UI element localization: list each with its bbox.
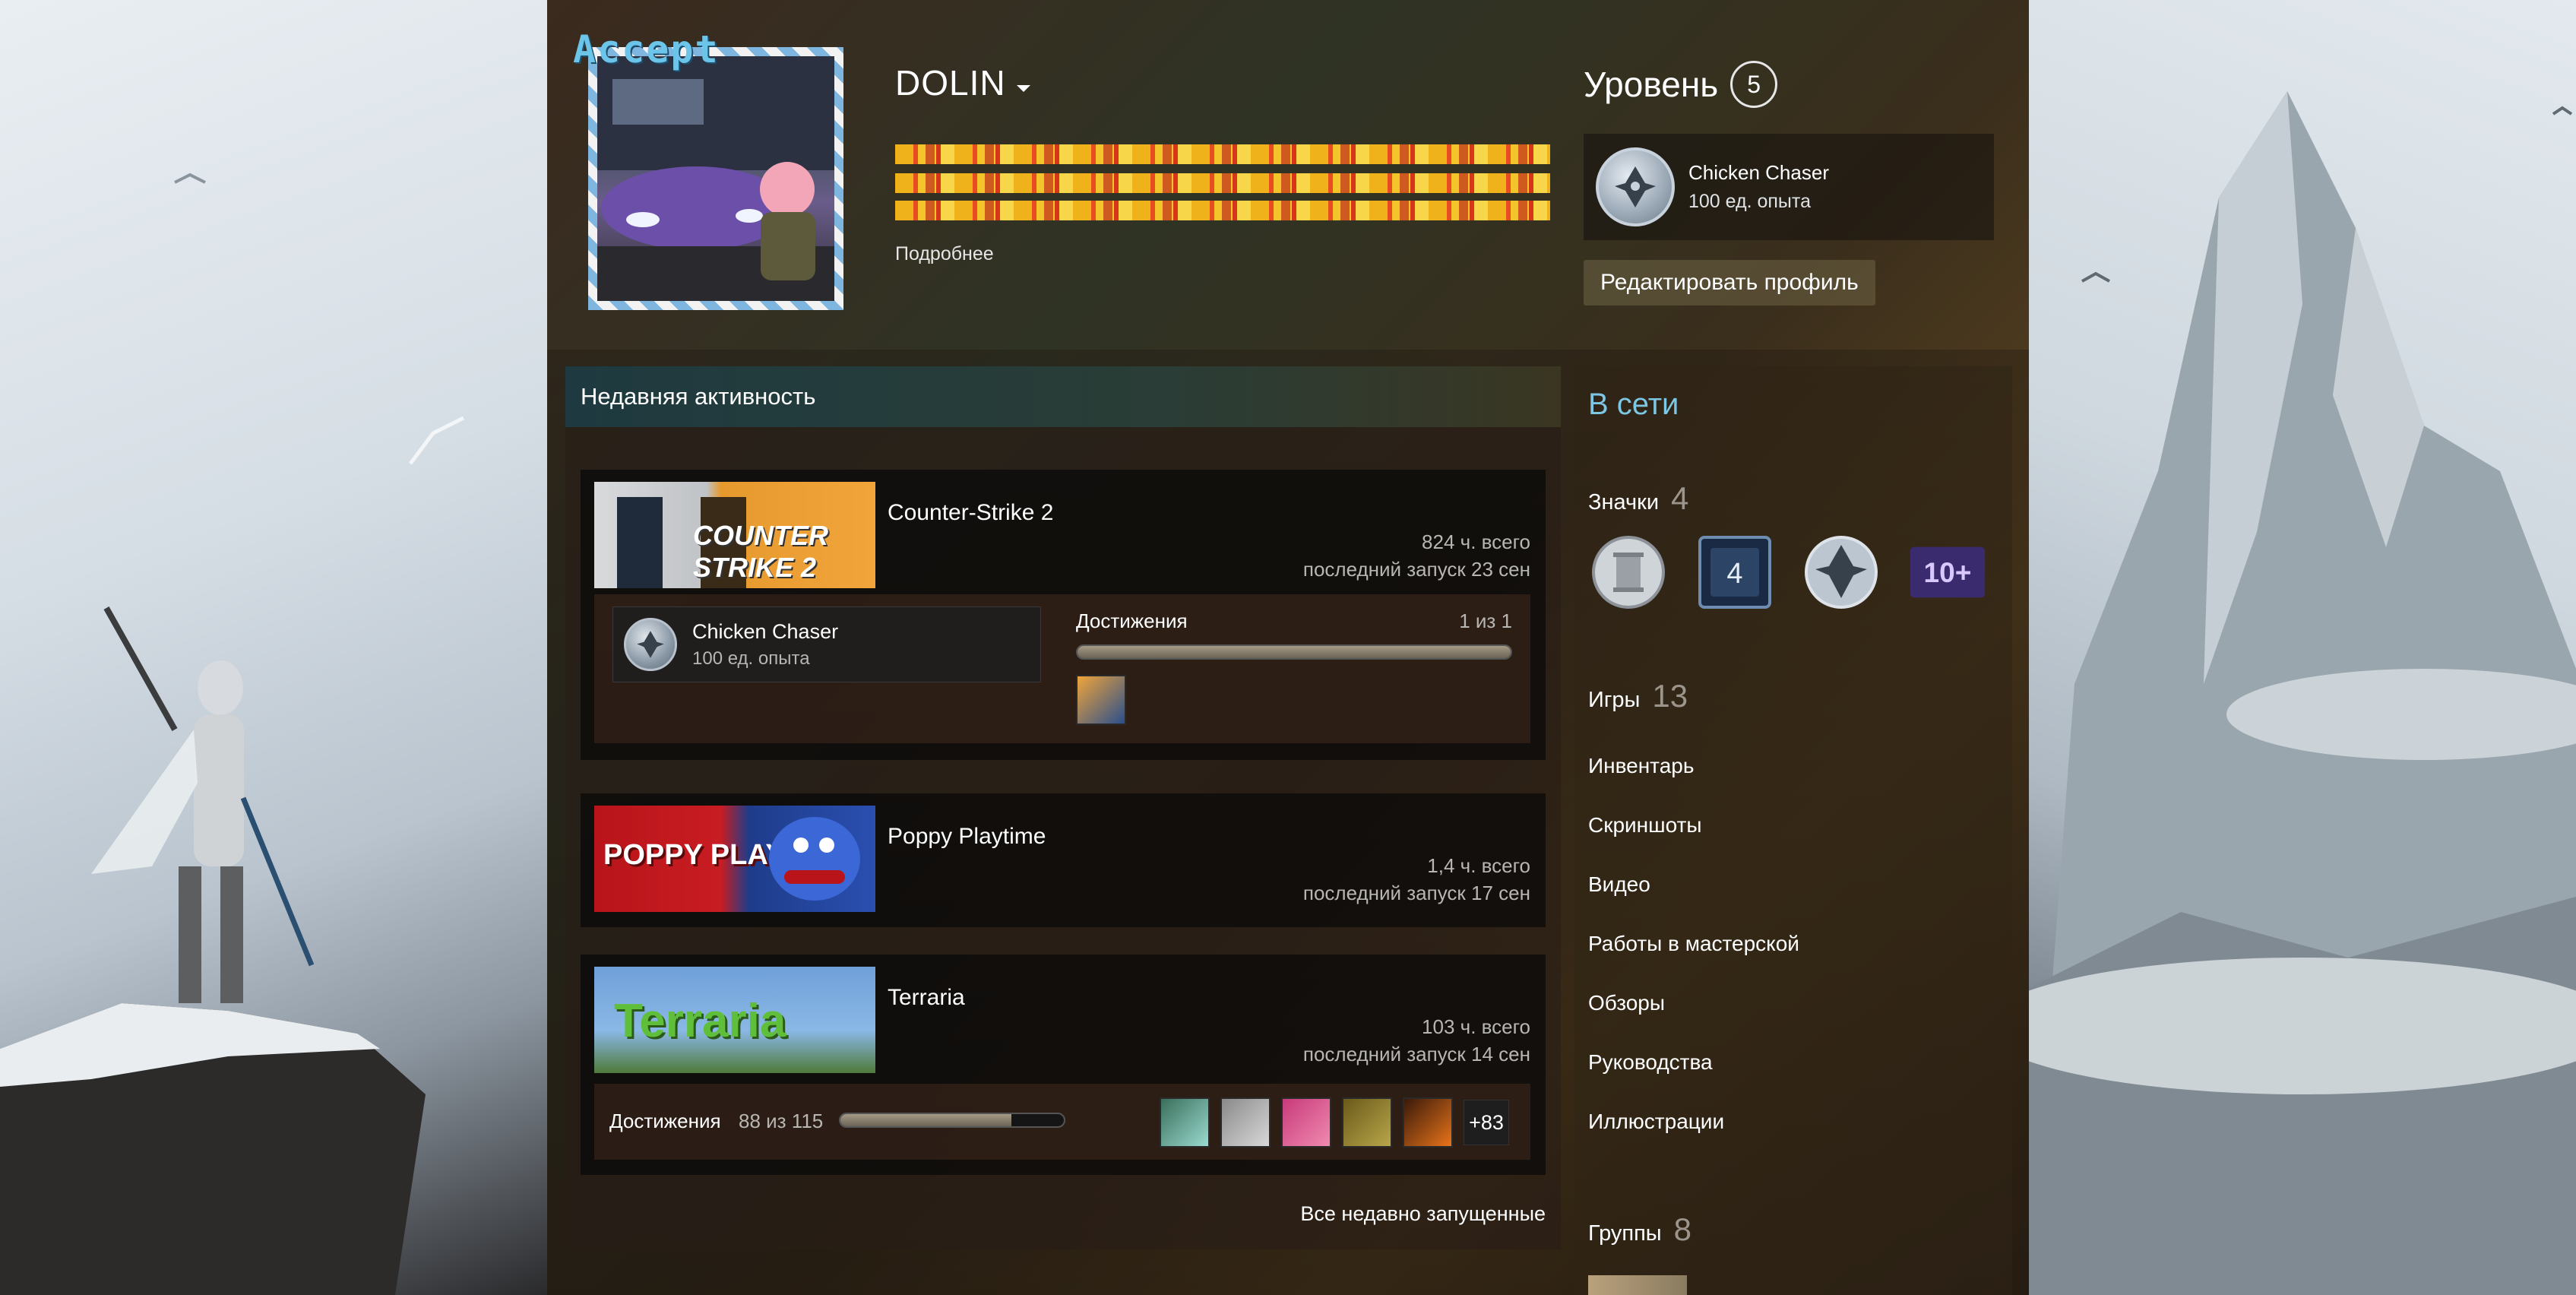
ten-plus-badge-icon: 10+ bbox=[1910, 546, 1986, 598]
achievements-progress bbox=[839, 1113, 1065, 1128]
chicken-badge-icon bbox=[1805, 536, 1878, 609]
badge-item[interactable]: 4 bbox=[1696, 534, 1774, 611]
chicken-badge-icon bbox=[1596, 147, 1675, 226]
achievement-icon[interactable] bbox=[1160, 1097, 1210, 1148]
achievement-icon[interactable] bbox=[1403, 1097, 1453, 1148]
persona-name: DOLIN bbox=[895, 63, 1006, 103]
chevron-down-icon[interactable] bbox=[1016, 84, 1030, 92]
level-row: Уровень 5 bbox=[1584, 61, 1778, 108]
background-right bbox=[2029, 0, 2576, 1295]
achievements-progress bbox=[1076, 644, 1512, 660]
more-info-link[interactable]: Подробнее bbox=[895, 243, 994, 265]
ten-plus-badge-label: 10+ bbox=[1924, 556, 1972, 588]
game-badge-title: Chicken Chaser bbox=[692, 619, 839, 643]
badge-item[interactable] bbox=[1590, 534, 1667, 611]
game-badge[interactable]: Chicken Chaser 100 ед. опыта bbox=[612, 606, 1041, 682]
game-last-played: последний запуск 23 сен bbox=[1302, 558, 1530, 581]
featured-badge[interactable]: Chicken Chaser 100 ед. опыта bbox=[1584, 134, 1994, 240]
game-item-poppy-playtime: POPPY PLAYTIME Poppy Playtime 1,4 ч. все… bbox=[581, 793, 1546, 927]
level-badge[interactable]: 5 bbox=[1730, 61, 1778, 108]
capsule-title: Terraria bbox=[614, 995, 786, 1047]
game-hours: 824 ч. всего bbox=[1422, 530, 1530, 553]
achievements-progress-fill bbox=[1078, 646, 1511, 658]
games-count: 13 bbox=[1652, 678, 1688, 714]
edit-profile-button[interactable]: Редактировать профиль bbox=[1584, 260, 1875, 306]
achievement-icon[interactable] bbox=[1281, 1097, 1331, 1148]
game-capsule-counter-strike-2[interactable]: COUNTER STRIKE 2 bbox=[594, 482, 875, 588]
achievements-count: 88 из 115 bbox=[739, 1110, 824, 1132]
sidebar-link-workshop[interactable]: Работы в мастерской bbox=[1588, 932, 1799, 956]
group-avatar[interactable] bbox=[1588, 1275, 1687, 1295]
sidebar-link-screenshots[interactable]: Скриншоты bbox=[1588, 813, 1702, 837]
games-label: Игры bbox=[1588, 688, 1641, 712]
featured-badge-title: Chicken Chaser bbox=[1688, 161, 1829, 184]
game-badge-xp: 100 ед. опыта bbox=[692, 648, 810, 669]
groups-count: 8 bbox=[1673, 1211, 1691, 1247]
badge-list: 4 10+ bbox=[1590, 534, 1986, 611]
capsule-title: COUNTER STRIKE 2 bbox=[693, 520, 828, 583]
featured-badge-xp: 100 ед. опыта bbox=[1688, 191, 1811, 212]
profile-content: Accept DOLIN Подробнее Уровень 5 Chicken… bbox=[547, 0, 2029, 1295]
badges-stat[interactable]: Значки 4 bbox=[1588, 480, 1688, 517]
badges-count: 4 bbox=[1671, 480, 1689, 516]
achievement-icons: +83 bbox=[1160, 1097, 1509, 1148]
game-name[interactable]: Counter-Strike 2 bbox=[888, 500, 1053, 526]
game-hours: 103 ч. всего bbox=[1422, 1015, 1530, 1038]
games-stat[interactable]: Игры 13 bbox=[1588, 678, 1688, 714]
achievement-icon[interactable] bbox=[1076, 675, 1126, 725]
game-last-played: последний запуск 17 сен bbox=[1302, 882, 1530, 904]
game-capsule-poppy-playtime[interactable]: POPPY PLAYTIME bbox=[594, 806, 875, 912]
achievements-count: 1 из 1 bbox=[1459, 610, 1512, 632]
profile-showcase-bar bbox=[895, 144, 1550, 164]
level-label: Уровень bbox=[1584, 65, 1719, 104]
years-badge-label: 4 bbox=[1726, 558, 1742, 590]
pillar-badge-icon bbox=[1592, 536, 1665, 609]
achievements-label: Достижения bbox=[1076, 610, 1188, 632]
achievements-label: Достижения bbox=[609, 1110, 721, 1132]
profile-sidebar: В сети Значки 4 4 10+ Игры 13 Инвентарь … bbox=[1574, 366, 2012, 1295]
profile-showcase-bar bbox=[895, 173, 1550, 193]
game-capsule-terraria[interactable]: Terraria bbox=[594, 967, 875, 1073]
game-name[interactable]: Poppy Playtime bbox=[888, 824, 1046, 850]
sidebar-link-reviews[interactable]: Обзоры bbox=[1588, 991, 1665, 1015]
avatar bbox=[597, 56, 834, 301]
badge-item[interactable] bbox=[1802, 534, 1880, 611]
achievement-icon[interactable] bbox=[1342, 1097, 1392, 1148]
online-status: В сети bbox=[1588, 388, 1679, 421]
game-item-counter-strike-2: COUNTER STRIKE 2 Counter-Strike 2 824 ч.… bbox=[581, 470, 1546, 760]
accept-logo: Accept bbox=[573, 27, 720, 71]
more-achievements-badge[interactable]: +83 bbox=[1464, 1100, 1509, 1145]
groups-label: Группы bbox=[1588, 1221, 1662, 1246]
game-details: Достижения 88 из 115 +83 bbox=[594, 1084, 1530, 1160]
profile-showcase-bar bbox=[895, 201, 1550, 220]
sidebar-link-inventory[interactable]: Инвентарь bbox=[1588, 754, 1694, 778]
game-item-terraria: Terraria Terraria 103 ч. всего последний… bbox=[581, 955, 1546, 1175]
avatar-frame[interactable]: Accept bbox=[573, 27, 866, 322]
badge-item[interactable]: 10+ bbox=[1909, 534, 1986, 611]
chicken-badge-icon bbox=[624, 618, 677, 671]
groups-stat[interactable]: Группы 8 bbox=[1588, 1211, 1691, 1248]
recent-activity-header: Недавняя активность bbox=[565, 366, 1561, 427]
sidebar-link-videos[interactable]: Видео bbox=[1588, 872, 1650, 897]
all-recent-games-link[interactable]: Все недавно запущенные bbox=[1300, 1202, 1546, 1226]
persona-name-row[interactable]: DOLIN bbox=[895, 62, 1030, 103]
game-name[interactable]: Terraria bbox=[888, 985, 965, 1011]
game-hours: 1,4 ч. всего bbox=[1427, 854, 1530, 877]
badges-label: Значки bbox=[1588, 490, 1660, 515]
game-details: Chicken Chaser 100 ед. опыта Достижения … bbox=[594, 594, 1530, 743]
background-left bbox=[0, 0, 547, 1295]
achievements-progress-fill bbox=[840, 1114, 1011, 1126]
achievement-icon[interactable] bbox=[1220, 1097, 1271, 1148]
recent-activity: Недавняя активность COUNTER STRIKE 2 Cou… bbox=[565, 366, 1561, 1249]
years-badge-icon: 4 bbox=[1698, 536, 1771, 609]
sidebar-link-artwork[interactable]: Иллюстрации bbox=[1588, 1110, 1724, 1134]
avatar-border bbox=[588, 47, 843, 310]
sidebar-link-guides[interactable]: Руководства bbox=[1588, 1050, 1713, 1075]
figure-silhouette bbox=[91, 606, 315, 1003]
game-last-played: последний запуск 14 сен bbox=[1302, 1043, 1530, 1065]
